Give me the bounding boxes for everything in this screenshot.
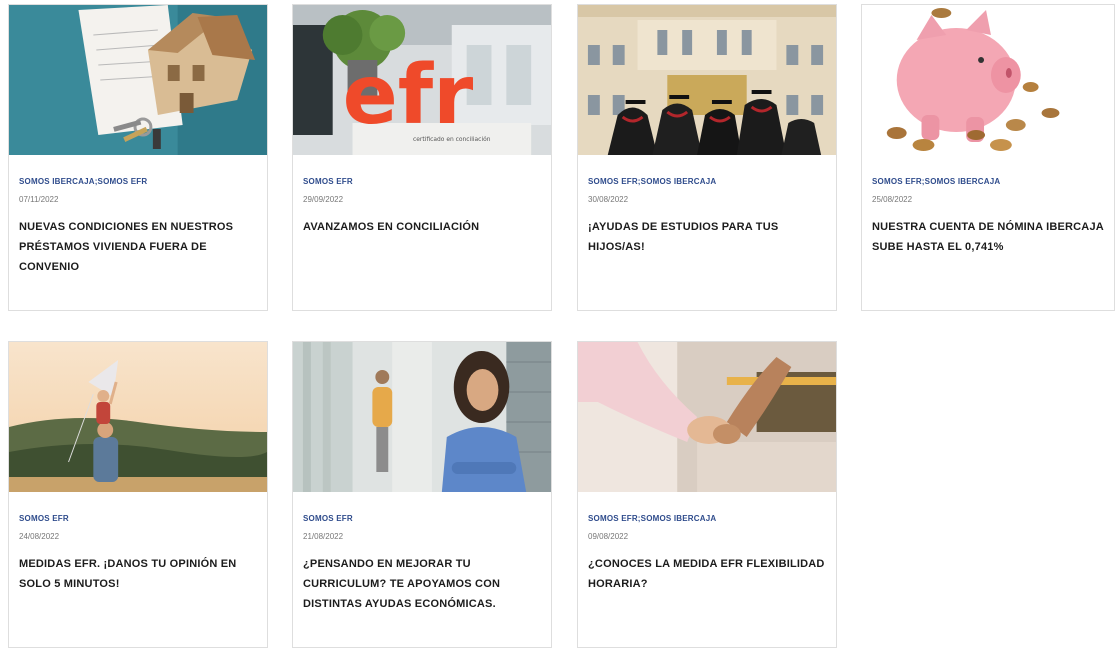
post-title[interactable]: ¿PENSANDO EN MEJORAR TU CURRICULUM? TE A… [303, 554, 541, 614]
post-title[interactable]: MEDIDAS EFR. ¡DANOS TU OPINIÓN EN SOLO 5… [19, 554, 257, 594]
post-title[interactable]: AVANZAMOS EN CONCILIACIÓN [303, 217, 541, 237]
holding-hands-image[interactable] [578, 342, 836, 492]
post-date: 29/09/2022 [303, 195, 344, 204]
piggy-bank-coins-image[interactable] [862, 5, 1114, 155]
post-title[interactable]: NUEVAS CONDICIONES EN NUESTROS PRÉSTAMOS… [19, 217, 257, 277]
post-date: 21/08/2022 [303, 532, 344, 541]
news-card[interactable]: SOMOS EFR;SOMOS IBERCAJA 09/08/2022 ¿CON… [577, 341, 837, 648]
efr-letters-image[interactable]: efr certificado en conciliación [293, 5, 551, 155]
post-title[interactable]: ¡AYUDAS DE ESTUDIOS PARA TUS HIJOS/AS! [588, 217, 826, 257]
news-card[interactable]: SOMOS EFR 21/08/2022 ¿PENSANDO EN MEJORA… [292, 341, 552, 648]
post-date: 24/08/2022 [19, 532, 60, 541]
post-category[interactable]: SOMOS EFR;SOMOS IBERCAJA [588, 514, 826, 523]
post-category[interactable]: SOMOS EFR [19, 514, 257, 523]
efr-caption-text: certificado en conciliación [413, 136, 491, 143]
smiling-woman-office-image[interactable] [293, 342, 551, 492]
news-card[interactable]: SOMOS IBERCAJA;SOMOS EFR 07/11/2022 NUEV… [8, 4, 268, 311]
post-category[interactable]: SOMOS EFR [303, 514, 541, 523]
post-date: 30/08/2022 [588, 195, 629, 204]
news-card[interactable]: SOMOS EFR 24/08/2022 MEDIDAS EFR. ¡DANOS… [8, 341, 268, 648]
news-card[interactable]: SOMOS EFR;SOMOS IBERCAJA 25/08/2022 NUES… [861, 4, 1115, 311]
post-title[interactable]: NUESTRA CUENTA DE NÓMINA IBERCAJA SUBE H… [872, 217, 1104, 257]
news-card[interactable]: efr certificado en conciliación SOMOS EF… [292, 4, 552, 311]
news-card[interactable]: SOMOS EFR;SOMOS IBERCAJA 30/08/2022 ¡AYU… [577, 4, 837, 311]
post-category[interactable]: SOMOS EFR;SOMOS IBERCAJA [872, 177, 1104, 186]
post-category[interactable]: SOMOS EFR;SOMOS IBERCAJA [588, 177, 826, 186]
graduates-building-image[interactable] [578, 5, 836, 155]
post-date: 25/08/2022 [872, 195, 913, 204]
house-model-keys-image[interactable] [9, 5, 267, 155]
post-date: 09/08/2022 [588, 532, 629, 541]
father-child-kite-image[interactable] [9, 342, 267, 492]
post-category[interactable]: SOMOS EFR [303, 177, 541, 186]
post-category[interactable]: SOMOS IBERCAJA;SOMOS EFR [19, 177, 257, 186]
post-title[interactable]: ¿CONOCES LA MEDIDA EFR FLEXIBILIDAD HORA… [588, 554, 826, 594]
efr-logo-text: efr [343, 48, 474, 143]
post-date: 07/11/2022 [19, 195, 59, 204]
